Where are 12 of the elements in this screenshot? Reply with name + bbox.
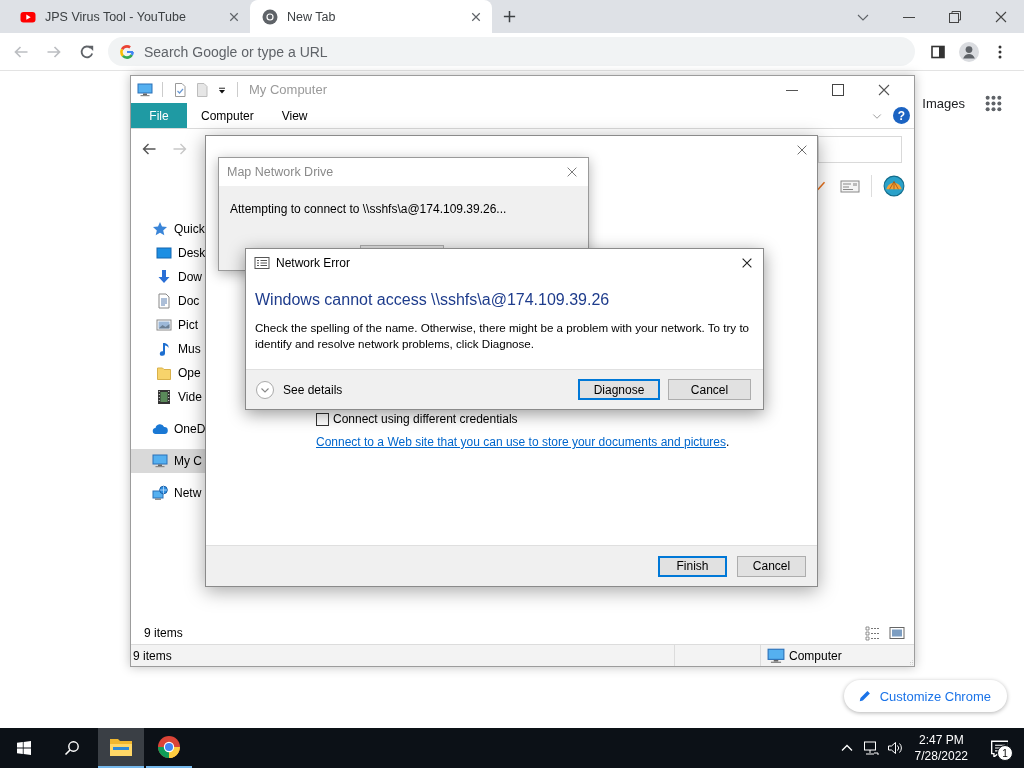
status-message: Attempting to connect to \\sshfs\a@174.109.39.26... [230, 202, 508, 216]
item-count: 9 items [144, 626, 183, 640]
status-text: 9 items [133, 648, 172, 663]
window-title: My Computer [249, 82, 328, 97]
error-heading: Windows cannot access \\sshfs\a@174.109.39.26 [255, 290, 611, 310]
error-message: Check the spelling of the name. Otherwise, there might be a problem with your network. To try to identify and resolve network problems, click Diagnose. [255, 320, 751, 352]
checkbox-label: Connect using different credentials [333, 412, 518, 426]
dialog-title: Map Network Drive [227, 165, 334, 179]
link-sentence: Connect to a Web site that you can use to store your documents and pictures. [316, 435, 730, 449]
notification-badge: 1 [997, 745, 1013, 761]
status-text: Computer [789, 648, 842, 663]
dialog-title: Network Error [276, 256, 350, 270]
